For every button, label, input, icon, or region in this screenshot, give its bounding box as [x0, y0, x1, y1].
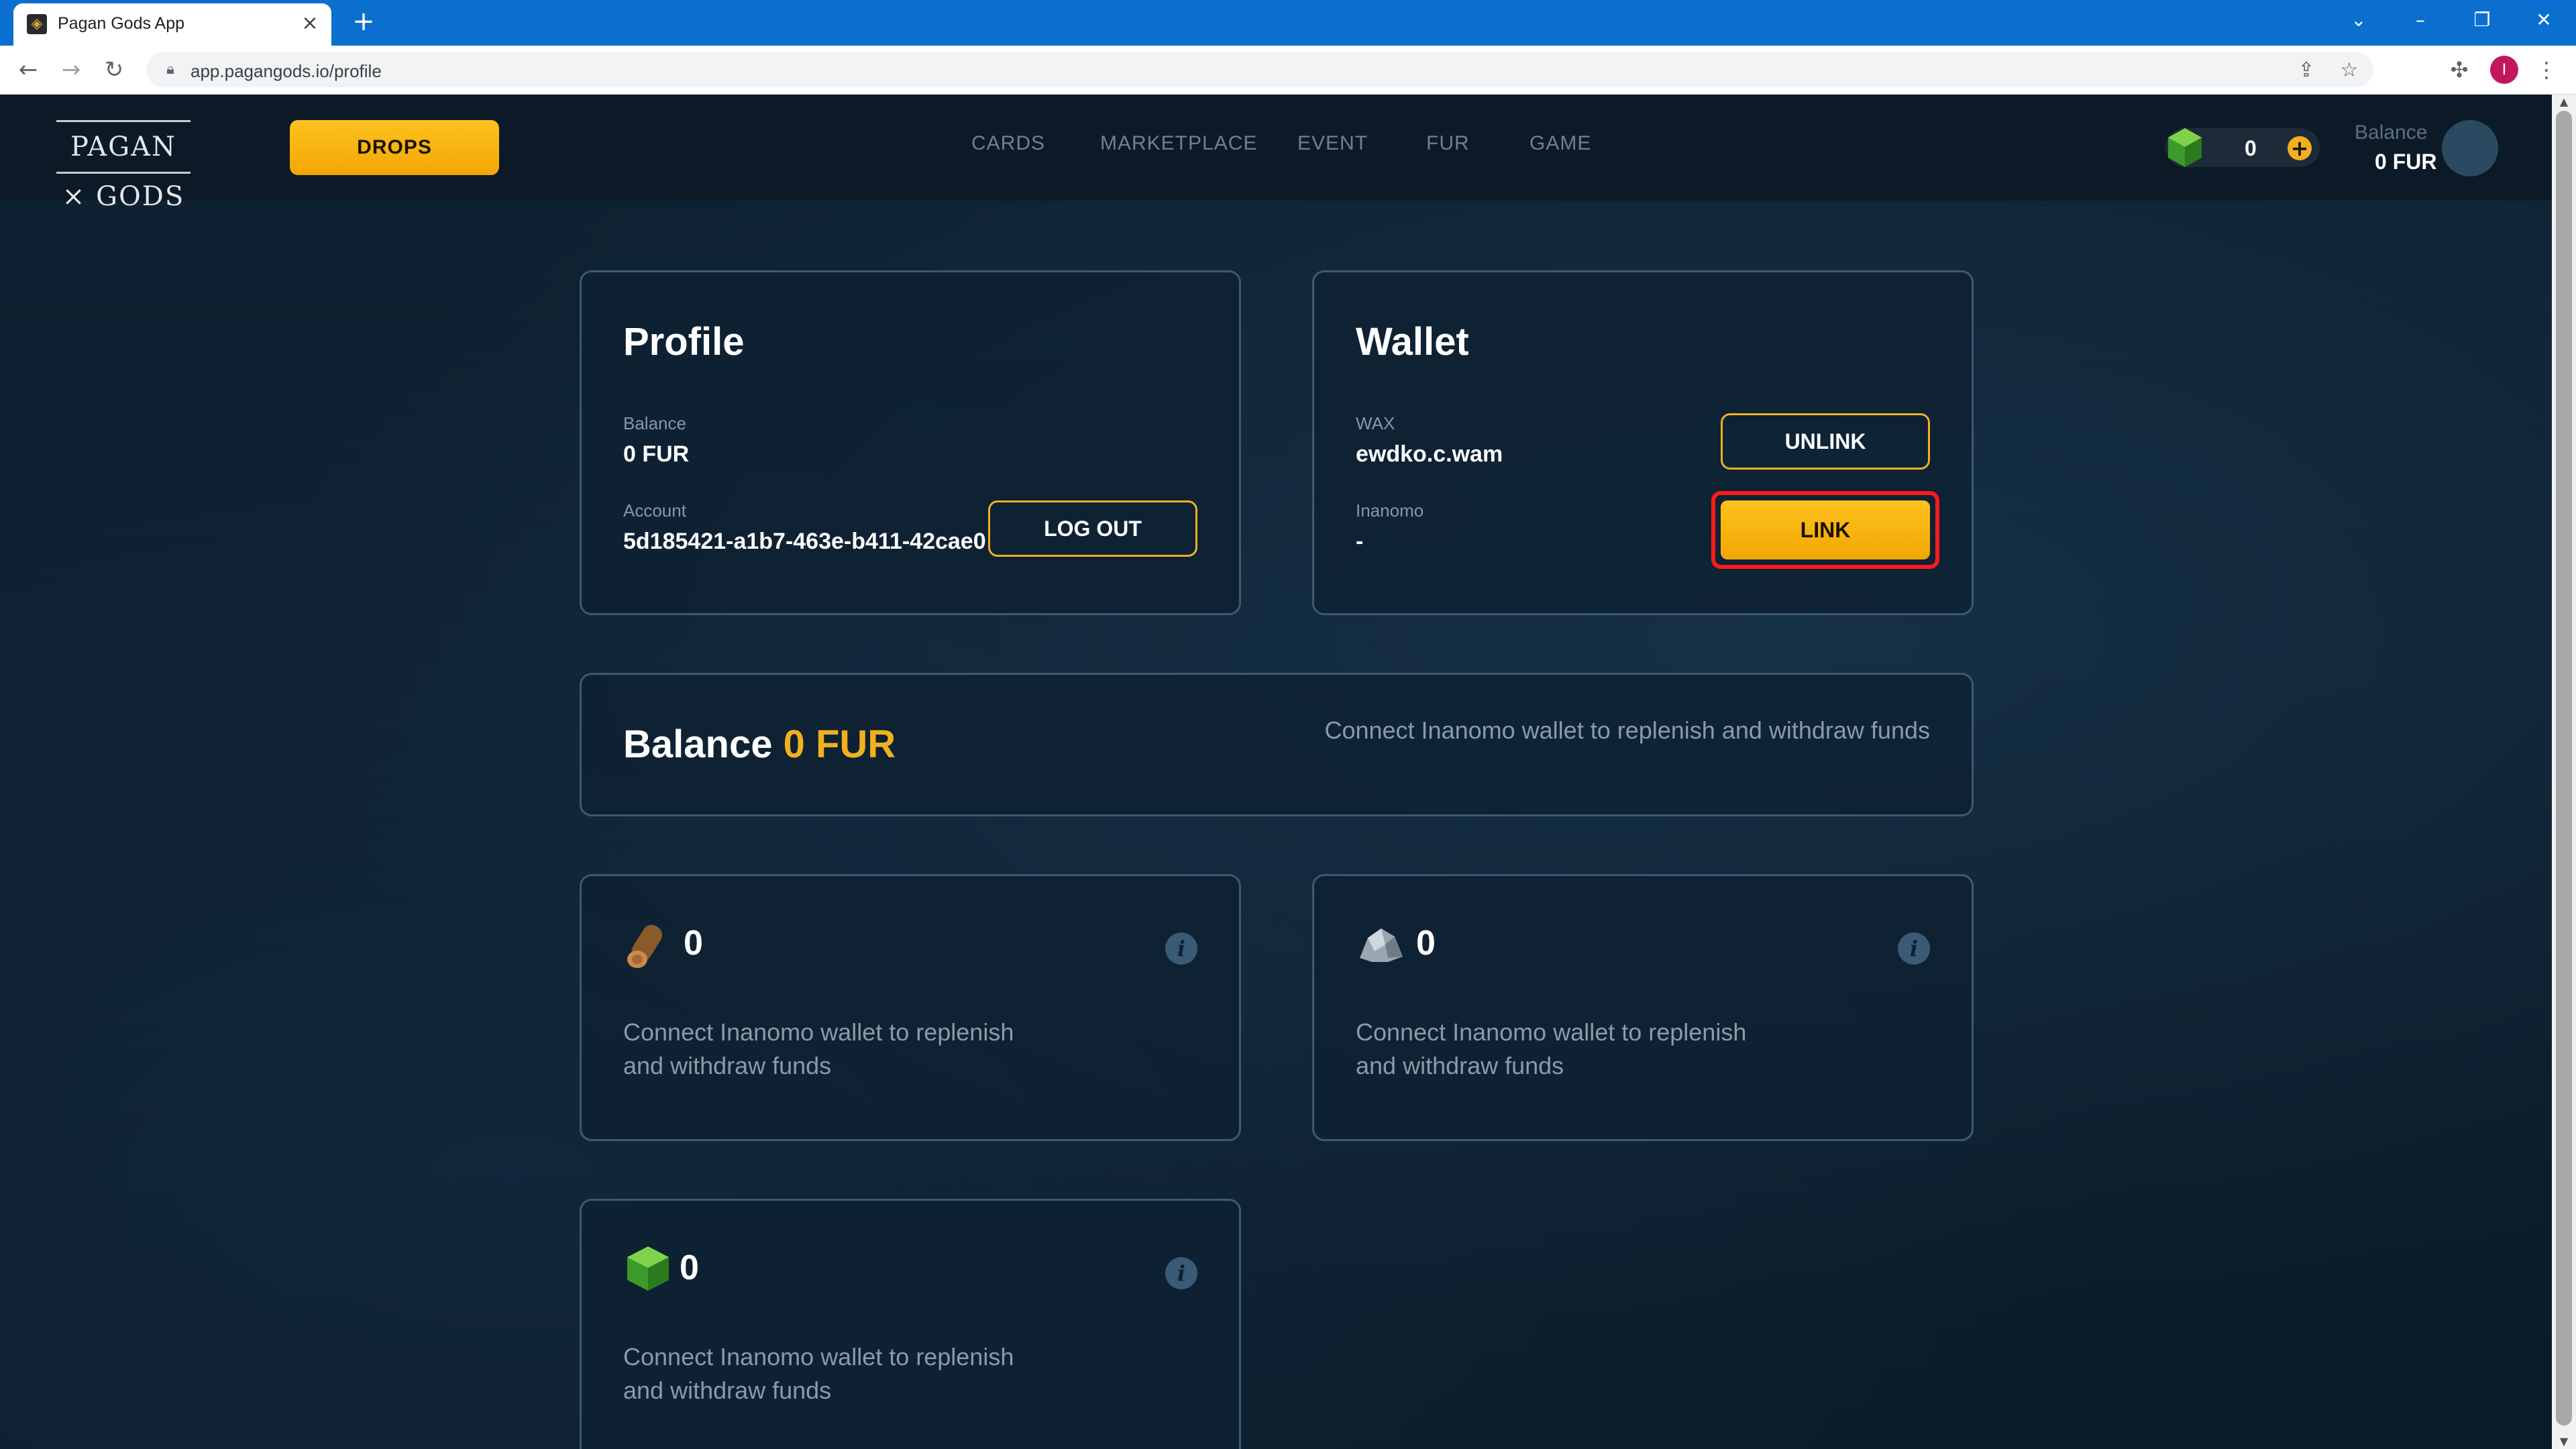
inanomo-account: - [1356, 529, 1364, 554]
balance-hint: Connect Inanomo wallet to replenish and … [1324, 716, 1930, 744]
stone-hint-line1: Connect Inanomo wallet to replenish [1356, 1018, 1747, 1046]
restore-button[interactable]: ❐ [2462, 5, 2502, 35]
new-tab-button[interactable]: + [349, 7, 378, 36]
header-balance-value: 0 FUR [2375, 150, 2437, 174]
resource-card-stone: 0 i Connect Inanomo wallet to replenish … [1312, 874, 1974, 1141]
profile-balance-value: 0 FUR [623, 441, 690, 467]
browser-tab-strip: ◈ Pagan Gods App × + ⌄ – ❐ ✕ [0, 0, 2576, 46]
unlink-button[interactable]: UNLINK [1721, 413, 1930, 470]
resource-card-gem: 0 i Connect Inanomo wallet to replenish … [580, 1199, 1241, 1449]
close-window-button[interactable]: ✕ [2524, 5, 2564, 35]
share-icon[interactable]: ⇪ [2293, 57, 2320, 84]
wallet-title: Wallet [1356, 320, 1469, 364]
balance-heading-value: 0 FUR [783, 722, 896, 766]
gem-hint-line1: Connect Inanomo wallet to replenish [623, 1343, 1014, 1371]
wax-label: WAX [1356, 413, 1395, 433]
wallet-card: Wallet WAX ewdko.c.wam UNLINK Inanomo - … [1312, 270, 1974, 615]
forward-arrow-icon[interactable]: → [56, 55, 86, 85]
drops-button[interactable]: DROPS [290, 120, 499, 175]
wood-hint-line1: Connect Inanomo wallet to replenish [623, 1018, 1014, 1046]
wax-account: ewdko.c.wam [1356, 441, 1503, 467]
address-bar[interactable]: 🔒︎ app.pagangods.io/profile ⇪ ☆ [146, 52, 2373, 87]
site-favicon-icon: ◈ [27, 14, 47, 34]
profile-title: Profile [623, 320, 745, 364]
profile-balance-label: Balance [623, 413, 686, 433]
browser-profile-avatar[interactable]: I [2490, 56, 2518, 84]
nav-marketplace[interactable]: MARKETPLACE [1100, 132, 1257, 155]
minimize-button[interactable]: – [2400, 5, 2440, 35]
browser-menu-icon[interactable]: ⋮ [2532, 55, 2561, 85]
green-gem-icon [2168, 128, 2202, 167]
browser-tab[interactable]: ◈ Pagan Gods App × [13, 3, 331, 46]
user-avatar[interactable] [2442, 120, 2498, 176]
account-label: Account [623, 500, 686, 521]
scroll-down-arrow-icon[interactable]: ▼ [2552, 1434, 2576, 1449]
nav-game[interactable]: GAME [1529, 132, 1591, 155]
stone-info-icon[interactable]: i [1898, 932, 1930, 965]
wood-hint-line2: and withdraw funds [623, 1052, 832, 1079]
balance-heading: Balance 0 FUR [623, 722, 896, 767]
account-id: 5d185421-a1b7-463e-b411-42cae0... [623, 529, 985, 554]
nav-cards[interactable]: CARDS [971, 132, 1045, 155]
inanomo-label: Inanomo [1356, 500, 1424, 521]
wood-info-icon[interactable]: i [1165, 932, 1197, 965]
log-out-button[interactable]: LOG OUT [988, 500, 1197, 557]
wood-count: 0 [684, 924, 703, 963]
balance-card: Balance 0 FUR Connect Inanomo wallet to … [580, 673, 1974, 816]
gem-info-icon[interactable]: i [1165, 1257, 1197, 1289]
scroll-up-arrow-icon[interactable]: ▲ [2552, 95, 2576, 109]
tab-title: Pagan Gods App [58, 14, 185, 33]
nav-event[interactable]: EVENT [1297, 132, 1368, 155]
profile-card: Profile Balance 0 FUR Account 5d185421-a… [580, 270, 1241, 615]
lock-icon[interactable]: 🔒︎ [161, 60, 180, 79]
url-text[interactable]: app.pagangods.io/profile [191, 61, 382, 82]
extensions-puzzle-icon[interactable]: ✣ [2445, 55, 2474, 85]
reload-icon[interactable]: ↻ [99, 55, 129, 85]
app-header: PAGAN × GODS DROPS CARDS MARKETPLACE EVE… [0, 95, 2552, 212]
add-gems-button[interactable]: + [2288, 136, 2312, 160]
scroll-thumb[interactable] [2556, 111, 2572, 1426]
link-inanomo-button[interactable]: LINK [1721, 500, 1930, 559]
tab-search-icon[interactable]: ⌄ [2339, 5, 2379, 35]
wood-log-icon [627, 924, 663, 968]
bookmark-star-icon[interactable]: ☆ [2336, 57, 2363, 84]
page-viewport: PAGAN × GODS DROPS CARDS MARKETPLACE EVE… [0, 95, 2552, 1449]
gem-hint-line2: and withdraw funds [623, 1377, 832, 1404]
stone-hint-line2: and withdraw funds [1356, 1052, 1564, 1079]
resource-card-wood: 0 i Connect Inanomo wallet to replenish … [580, 874, 1241, 1141]
balance-heading-label: Balance [623, 722, 773, 766]
green-gem-icon [627, 1246, 669, 1291]
pagan-gods-logo[interactable]: PAGAN × GODS [56, 120, 191, 212]
browser-toolbar: ← → ↻ 🔒︎ app.pagangods.io/profile ⇪ ☆ ✣ … [0, 46, 2576, 95]
stone-ore-icon [1360, 928, 1403, 962]
nav-fur[interactable]: FUR [1426, 132, 1470, 155]
stone-count: 0 [1416, 924, 1436, 963]
header-balance-label: Balance [2355, 121, 2428, 144]
gem-count: 0 [2245, 136, 2257, 160]
back-arrow-icon[interactable]: ← [13, 55, 43, 85]
tab-close-icon[interactable]: × [298, 11, 322, 36]
page-scrollbar[interactable]: ▲ ▼ [2552, 95, 2576, 1449]
gem-counter: 0 + [2165, 128, 2320, 167]
gem-resource-count: 0 [680, 1248, 699, 1287]
